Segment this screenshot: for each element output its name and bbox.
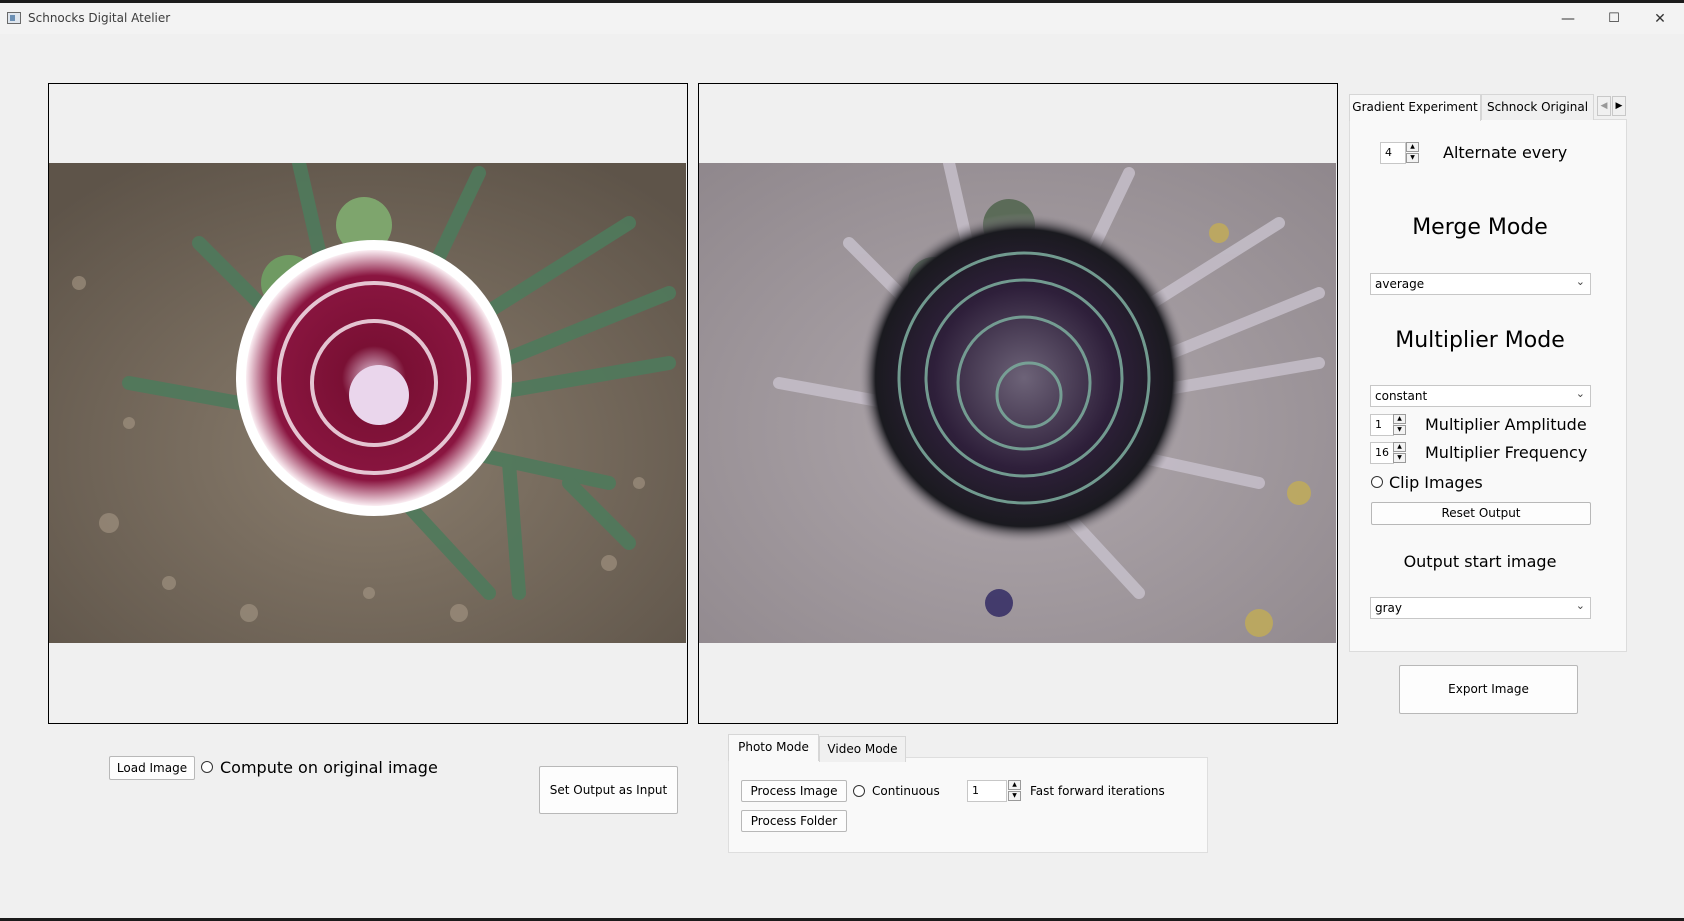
compute-original-label: Compute on original image xyxy=(220,758,438,777)
multiplier-mode-select[interactable]: constant ⌄ xyxy=(1370,385,1591,407)
output-start-heading: Output start image xyxy=(1403,552,1557,571)
chevron-down-icon: ⌄ xyxy=(1575,275,1585,288)
title-bar: Schnocks Digital Atelier — ☐ ✕ xyxy=(0,0,1684,34)
maximize-icon[interactable]: ☐ xyxy=(1604,9,1624,29)
multiplier-mode-value: constant xyxy=(1375,389,1428,403)
clip-images-label: Clip Images xyxy=(1389,473,1483,492)
frequency-up-icon[interactable]: ▲ xyxy=(1393,442,1406,452)
input-image-panel xyxy=(48,83,688,724)
app-icon xyxy=(7,12,21,24)
merge-mode-value: average xyxy=(1375,277,1425,291)
iterations-spinbox[interactable]: 1 xyxy=(967,780,1007,802)
clip-images-radio[interactable] xyxy=(1371,476,1383,488)
tab-photo-mode[interactable]: Photo Mode xyxy=(728,734,819,761)
output-image xyxy=(699,163,1336,643)
tab-schnock-original[interactable]: Schnock Original xyxy=(1481,94,1594,120)
multiplier-frequency-spinbox[interactable]: 16 xyxy=(1370,442,1394,464)
iterations-label: Fast forward iterations xyxy=(1030,784,1165,798)
chevron-down-icon: ⌄ xyxy=(1575,387,1585,400)
merge-mode-heading: Merge Mode xyxy=(1412,215,1548,240)
frequency-down-icon[interactable]: ▼ xyxy=(1393,453,1406,463)
process-folder-button[interactable]: Process Folder xyxy=(741,810,847,832)
continuous-label: Continuous xyxy=(872,784,940,798)
amplitude-up-icon[interactable]: ▲ xyxy=(1393,414,1406,424)
multiplier-amplitude-label: Multiplier Amplitude xyxy=(1425,415,1587,434)
iterations-down-icon[interactable]: ▼ xyxy=(1008,791,1021,801)
set-output-as-input-button[interactable]: Set Output as Input xyxy=(539,766,678,814)
alternate-down-icon[interactable]: ▼ xyxy=(1406,153,1419,163)
output-start-select[interactable]: gray ⌄ xyxy=(1370,597,1591,619)
multiplier-amplitude-spinbox[interactable]: 1 xyxy=(1370,414,1394,436)
chevron-down-icon: ⌄ xyxy=(1575,599,1585,612)
multiplier-mode-heading: Multiplier Mode xyxy=(1395,328,1565,353)
window-title: Schnocks Digital Atelier xyxy=(28,11,171,25)
amplitude-down-icon[interactable]: ▼ xyxy=(1393,425,1406,435)
alternate-every-label: Alternate every xyxy=(1443,143,1568,162)
photo-mode-panel xyxy=(728,757,1208,853)
reset-output-button[interactable]: Reset Output xyxy=(1371,502,1591,525)
tab-scroll-left-icon[interactable]: ◀ xyxy=(1597,96,1611,116)
load-image-button[interactable]: Load Image xyxy=(109,756,195,780)
merge-mode-select[interactable]: average ⌄ xyxy=(1370,273,1591,295)
compute-original-radio[interactable] xyxy=(201,761,213,773)
multiplier-frequency-label: Multiplier Frequency xyxy=(1425,443,1588,462)
continuous-radio[interactable] xyxy=(853,785,865,797)
process-image-button[interactable]: Process Image xyxy=(741,780,847,802)
alternate-every-spinbox[interactable]: 4 xyxy=(1380,142,1406,164)
output-image-panel xyxy=(698,83,1338,724)
alternate-up-icon[interactable]: ▲ xyxy=(1406,142,1419,152)
tab-scroll-right-icon[interactable]: ▶ xyxy=(1612,96,1626,116)
input-image xyxy=(49,163,686,643)
close-icon[interactable]: ✕ xyxy=(1650,9,1670,29)
output-start-value: gray xyxy=(1375,601,1403,615)
tab-video-mode[interactable]: Video Mode xyxy=(819,736,906,762)
export-image-button[interactable]: Export Image xyxy=(1399,665,1578,714)
iterations-up-icon[interactable]: ▲ xyxy=(1008,780,1021,790)
minimize-icon[interactable]: — xyxy=(1558,9,1578,29)
tab-gradient-experiment[interactable]: Gradient Experiment xyxy=(1349,94,1481,121)
